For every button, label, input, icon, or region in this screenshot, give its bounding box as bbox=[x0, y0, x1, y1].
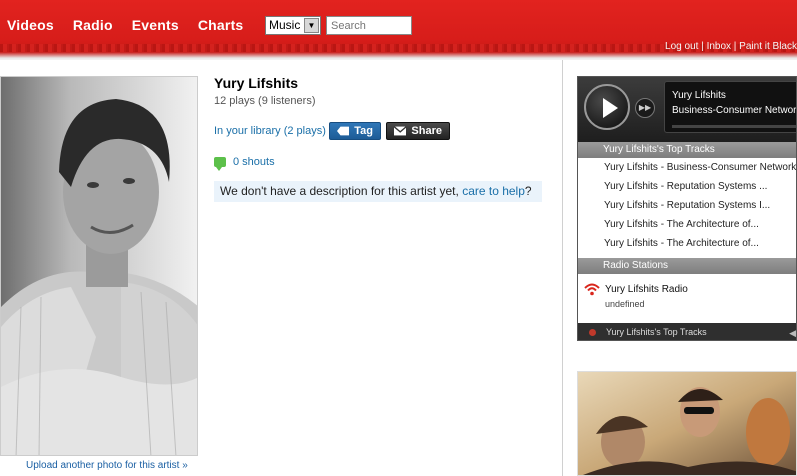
band-photo-image bbox=[578, 372, 796, 475]
player-controls: ▶▶ Yury Lifshits Business-Consumer Netwo… bbox=[578, 77, 797, 142]
artist-photo-image bbox=[1, 77, 197, 455]
chevron-down-icon[interactable]: ▼ bbox=[304, 18, 319, 33]
nav-events[interactable]: Events bbox=[132, 17, 179, 33]
record-icon bbox=[589, 329, 596, 336]
tag-icon bbox=[337, 126, 350, 136]
radio-station-title[interactable]: Yury Lifshits Radio bbox=[605, 284, 688, 295]
radio-station-item[interactable]: Yury Lifshits Radio undefined bbox=[578, 274, 796, 323]
volume-icon[interactable]: ◀ bbox=[789, 328, 796, 339]
now-playing-track: Business-Consumer Network bbox=[672, 105, 797, 116]
track-item[interactable]: Yury Lifshits - Reputation Systems I... bbox=[578, 196, 796, 215]
now-playing-artist: Yury Lifshits bbox=[672, 90, 726, 101]
track-item[interactable]: Yury Lifshits - Business-Consumer Networ… bbox=[578, 158, 796, 177]
radio-stations-heading: Radio Stations bbox=[578, 258, 796, 274]
description-text: We don't have a description for this art… bbox=[220, 184, 463, 198]
band-photo[interactable] bbox=[577, 371, 797, 476]
tag-button-label: Tag bbox=[354, 125, 373, 137]
search-scope-select[interactable]: Music ▼ bbox=[265, 16, 321, 35]
artist-stats: 12 plays (9 listeners) bbox=[214, 95, 316, 107]
library-link[interactable]: In your library (2 plays) bbox=[214, 125, 326, 137]
artist-photo[interactable] bbox=[0, 76, 198, 456]
user-links-text[interactable]: Log out | Inbox | Paint it Black bbox=[665, 41, 797, 52]
skip-icon[interactable]: ▶▶ bbox=[635, 98, 655, 118]
top-tracks-heading: Yury Lifshits's Top Tracks bbox=[578, 142, 796, 158]
care-to-help-link[interactable]: care to help bbox=[462, 184, 525, 198]
share-button[interactable]: Share bbox=[386, 122, 450, 140]
nav-radio[interactable]: Radio bbox=[73, 17, 113, 33]
track-item[interactable]: Yury Lifshits - The Architecture of... bbox=[578, 215, 796, 234]
track-item[interactable]: Yury Lifshits - Reputation Systems ... bbox=[578, 177, 796, 196]
search-scope-value: Music bbox=[269, 18, 301, 32]
column-divider bbox=[562, 60, 563, 476]
shouts-link[interactable]: 0 shouts bbox=[214, 156, 275, 171]
top-tracks-list: Yury Lifshits - Business-Consumer Networ… bbox=[578, 158, 796, 258]
radio-station-subtitle: undefined bbox=[605, 299, 645, 309]
upload-photo-link[interactable]: Upload another photo for this artist » bbox=[26, 460, 188, 471]
tag-button[interactable]: Tag bbox=[329, 122, 381, 140]
music-player: ▶▶ Yury Lifshits Business-Consumer Netwo… bbox=[577, 76, 797, 341]
description-end: ? bbox=[524, 184, 532, 198]
share-button-label: Share bbox=[411, 125, 442, 137]
site-header: Videos Radio Events Charts Music ▼ Log o… bbox=[0, 0, 797, 60]
progress-bar[interactable] bbox=[672, 125, 796, 128]
description-box: We don't have a description for this art… bbox=[214, 181, 542, 202]
search-input[interactable] bbox=[326, 16, 412, 35]
user-links[interactable]: Log out | Inbox | Paint it Black bbox=[665, 41, 797, 52]
nav-videos[interactable]: Videos bbox=[7, 17, 54, 33]
now-playing-box: Yury Lifshits Business-Consumer Network bbox=[664, 81, 797, 133]
play-icon[interactable] bbox=[584, 84, 630, 130]
artist-name: Yury Lifshits bbox=[214, 75, 299, 91]
player-footer: Yury Lifshits's Top Tracks ◀ bbox=[578, 323, 796, 340]
track-item[interactable]: Yury Lifshits - The Architecture of... bbox=[578, 234, 796, 253]
envelope-icon bbox=[394, 126, 407, 136]
radio-signal-icon bbox=[584, 283, 600, 296]
main-nav: Videos Radio Events Charts bbox=[7, 17, 262, 33]
nav-charts[interactable]: Charts bbox=[198, 17, 244, 33]
player-footer-label: Yury Lifshits's Top Tracks bbox=[606, 327, 707, 337]
shouts-label[interactable]: 0 shouts bbox=[233, 156, 275, 168]
speech-bubble-icon bbox=[214, 157, 226, 171]
